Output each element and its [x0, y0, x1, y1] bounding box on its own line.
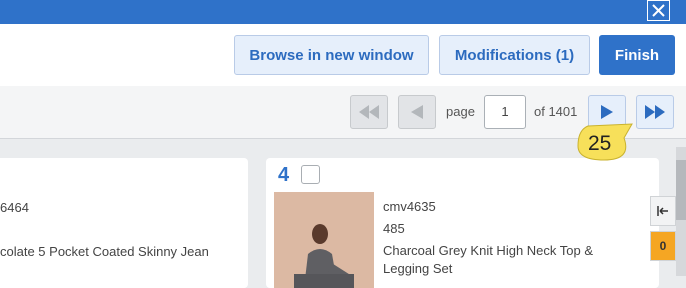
product-card[interactable]: 4 cmv4635 485 Charcoal Grey Knit High Ne…: [266, 158, 659, 288]
scrollbar-thumb[interactable]: [676, 160, 686, 220]
product-sku: cmv4635: [383, 199, 436, 214]
page-number-input[interactable]: 1: [484, 95, 526, 129]
product-image: [274, 192, 374, 288]
collapse-left-icon: [657, 206, 668, 216]
chevron-right-icon: [601, 105, 613, 119]
page-label: page: [446, 104, 475, 119]
step-tooltip: 25: [570, 122, 642, 171]
model-photo: [274, 192, 374, 288]
previous-page-button[interactable]: [398, 95, 436, 129]
collapse-panel-button[interactable]: [650, 196, 676, 226]
first-page-button[interactable]: [350, 95, 388, 129]
total-pages-label: of 1401: [534, 104, 578, 119]
close-window-button[interactable]: [647, 0, 670, 21]
browse-new-window-button[interactable]: Browse in new window: [234, 35, 429, 75]
tooltip-value: 25: [588, 132, 612, 155]
select-checkbox[interactable]: [301, 165, 320, 184]
modifications-button[interactable]: Modifications (1): [439, 35, 590, 75]
product-sku: 6464: [0, 200, 29, 215]
double-chevron-right-icon: [645, 105, 665, 119]
card-index: 4: [278, 164, 290, 186]
product-title-line-1: Charcoal Grey Knit High Neck Top &: [383, 243, 594, 258]
product-quantity: 485: [383, 221, 405, 236]
count-badge[interactable]: 0: [650, 231, 676, 261]
product-title: colate 5 Pocket Coated Skinny Jean: [0, 244, 209, 259]
chevron-left-icon: [411, 105, 423, 119]
product-title-line-2: Legging Set: [383, 261, 453, 276]
finish-button[interactable]: Finish: [599, 35, 675, 75]
double-chevron-left-icon: [359, 105, 379, 119]
window-titlebar: [0, 0, 686, 24]
action-bar: Browse in new window Modifications (1) F…: [0, 24, 686, 87]
product-card[interactable]: 6464 colate 5 Pocket Coated Skinny Jean: [0, 158, 248, 288]
close-icon: [652, 4, 665, 17]
